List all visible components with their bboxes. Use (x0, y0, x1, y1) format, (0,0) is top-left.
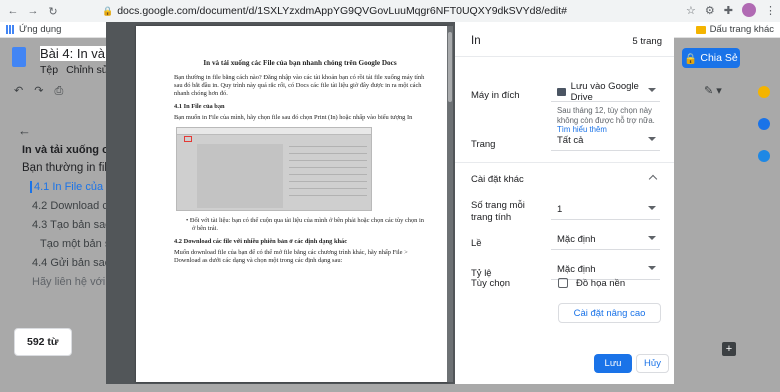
apps-grid-icon (6, 25, 15, 34)
docs-right-area: 🔒 Chia Sẻ ✎ ▾ + (672, 38, 780, 392)
divider (455, 162, 674, 163)
star-icon[interactable]: ☆ (686, 4, 696, 17)
pages-per-sheet-select[interactable]: 1 (551, 200, 660, 220)
print-settings: In 5 trang Máy in đích Lưu vào Google Dr… (455, 22, 674, 384)
sheet-count: 5 trang (632, 36, 662, 47)
share-label: Chia Sẻ (700, 52, 738, 64)
preview-p41: Bạn muốn in File của mình, hãy chọn file… (174, 114, 413, 121)
chevron-up-icon[interactable] (648, 174, 658, 184)
browser-toolbar: ← → ↻ 🔒 docs.google.com/document/d/1SXLY… (0, 0, 780, 22)
undo-redo-print-icons[interactable]: ↶ ↷ ⎙ (14, 84, 67, 98)
outline-back-icon[interactable]: ← (18, 123, 31, 138)
print-preview: In và tải xuống các File của bạn nhanh c… (106, 22, 455, 384)
print-title: In (471, 35, 481, 47)
keep-icon[interactable] (758, 86, 770, 98)
preview-heading-42: 4.2 Download các file với nhiều phiên bả… (174, 238, 348, 245)
chevron-down-icon (648, 88, 656, 92)
more-menu-icon[interactable]: ⋮ (765, 4, 776, 17)
forward-arrow-icon[interactable]: → (26, 5, 40, 17)
scale-select[interactable]: Mặc định (551, 260, 660, 280)
tasks-icon[interactable] (758, 118, 770, 130)
screenshot-panel (197, 144, 283, 208)
folder-icon (695, 25, 706, 34)
divider (455, 56, 674, 57)
pages-label: Trang (471, 139, 496, 150)
print-dialog: In và tải xuống các File của bạn nhanh c… (106, 22, 674, 384)
chevron-down-icon (648, 137, 656, 141)
docs-menu: Tệp Chỉnh sửa (40, 64, 115, 76)
preview-heading-41: 4.1 In File của bạn (174, 103, 225, 110)
cancel-button[interactable]: Hủy (636, 354, 669, 373)
menu-file[interactable]: Tệp (40, 64, 58, 76)
margins-select[interactable]: Mặc định (551, 230, 660, 250)
screenshot-text (289, 146, 367, 202)
more-settings-toggle[interactable]: Cài đặt khác (471, 174, 524, 185)
pages-select[interactable]: Tất cả (551, 131, 660, 151)
explore-icon[interactable]: + (722, 342, 736, 356)
bookmark-apps[interactable]: Ứng dụng (19, 24, 61, 35)
docs-logo-icon (12, 47, 26, 67)
reload-icon[interactable]: ↻ (46, 5, 60, 18)
profile-avatar[interactable] (742, 3, 756, 17)
chevron-down-icon (648, 206, 656, 210)
preview-p42: Muốn download file của bạn để có thể mở … (174, 249, 408, 264)
destination-label: Máy in đích (471, 90, 520, 101)
preview-bullet: • Đối với tài liệu: bạn có thể cuộn qua … (186, 217, 424, 232)
share-button[interactable]: 🔒 Chia Sẻ (682, 48, 740, 68)
lock-icon: 🔒 (684, 52, 698, 65)
preview-scrollbar[interactable] (447, 26, 453, 382)
puzzle-icon[interactable]: ✚ (724, 4, 733, 17)
destination-select[interactable]: Lưu vào Google Drive (551, 81, 660, 103)
scrollbar-thumb[interactable] (448, 32, 452, 102)
address-bar[interactable]: docs.google.com/document/d/1SXLYzxdmAppY… (117, 5, 567, 17)
chevron-down-icon (648, 266, 656, 270)
edit-mode-icon[interactable]: ✎ ▾ (704, 84, 722, 97)
print-icon-highlight (184, 136, 192, 142)
lock-icon[interactable]: 🔒 (102, 6, 113, 17)
options-label: Tùy chọn (471, 278, 511, 289)
advanced-settings-button[interactable]: Cài đặt nâng cao (558, 303, 661, 323)
background-graphics-checkbox[interactable] (558, 278, 568, 288)
chevron-down-icon (648, 236, 656, 240)
background-graphics-label[interactable]: Đồ họa nền (576, 278, 625, 289)
calendar-icon[interactable] (758, 150, 770, 162)
screenshot-toolbar (177, 128, 371, 135)
extension-icon[interactable]: ⚙ (705, 4, 715, 17)
margins-label: Lề (471, 238, 482, 249)
drive-icon (557, 87, 566, 96)
word-count[interactable]: 592 từ (14, 328, 72, 356)
bookmark-other[interactable]: Dấu trang khác (710, 24, 774, 35)
preview-screenshot-image (176, 127, 372, 211)
preview-doc-title: In và tải xuống các File của bạn nhanh c… (203, 59, 397, 67)
pages-per-sheet-label: Số trang mỗi trang tính (471, 200, 525, 224)
preview-intro: Bạn thường in file bằng cách nào? Đăng n… (174, 74, 425, 97)
save-button[interactable]: Lưu (594, 354, 632, 373)
preview-page: In và tải xuống các File của bạn nhanh c… (136, 26, 448, 382)
back-arrow-icon[interactable]: ← (6, 5, 20, 17)
